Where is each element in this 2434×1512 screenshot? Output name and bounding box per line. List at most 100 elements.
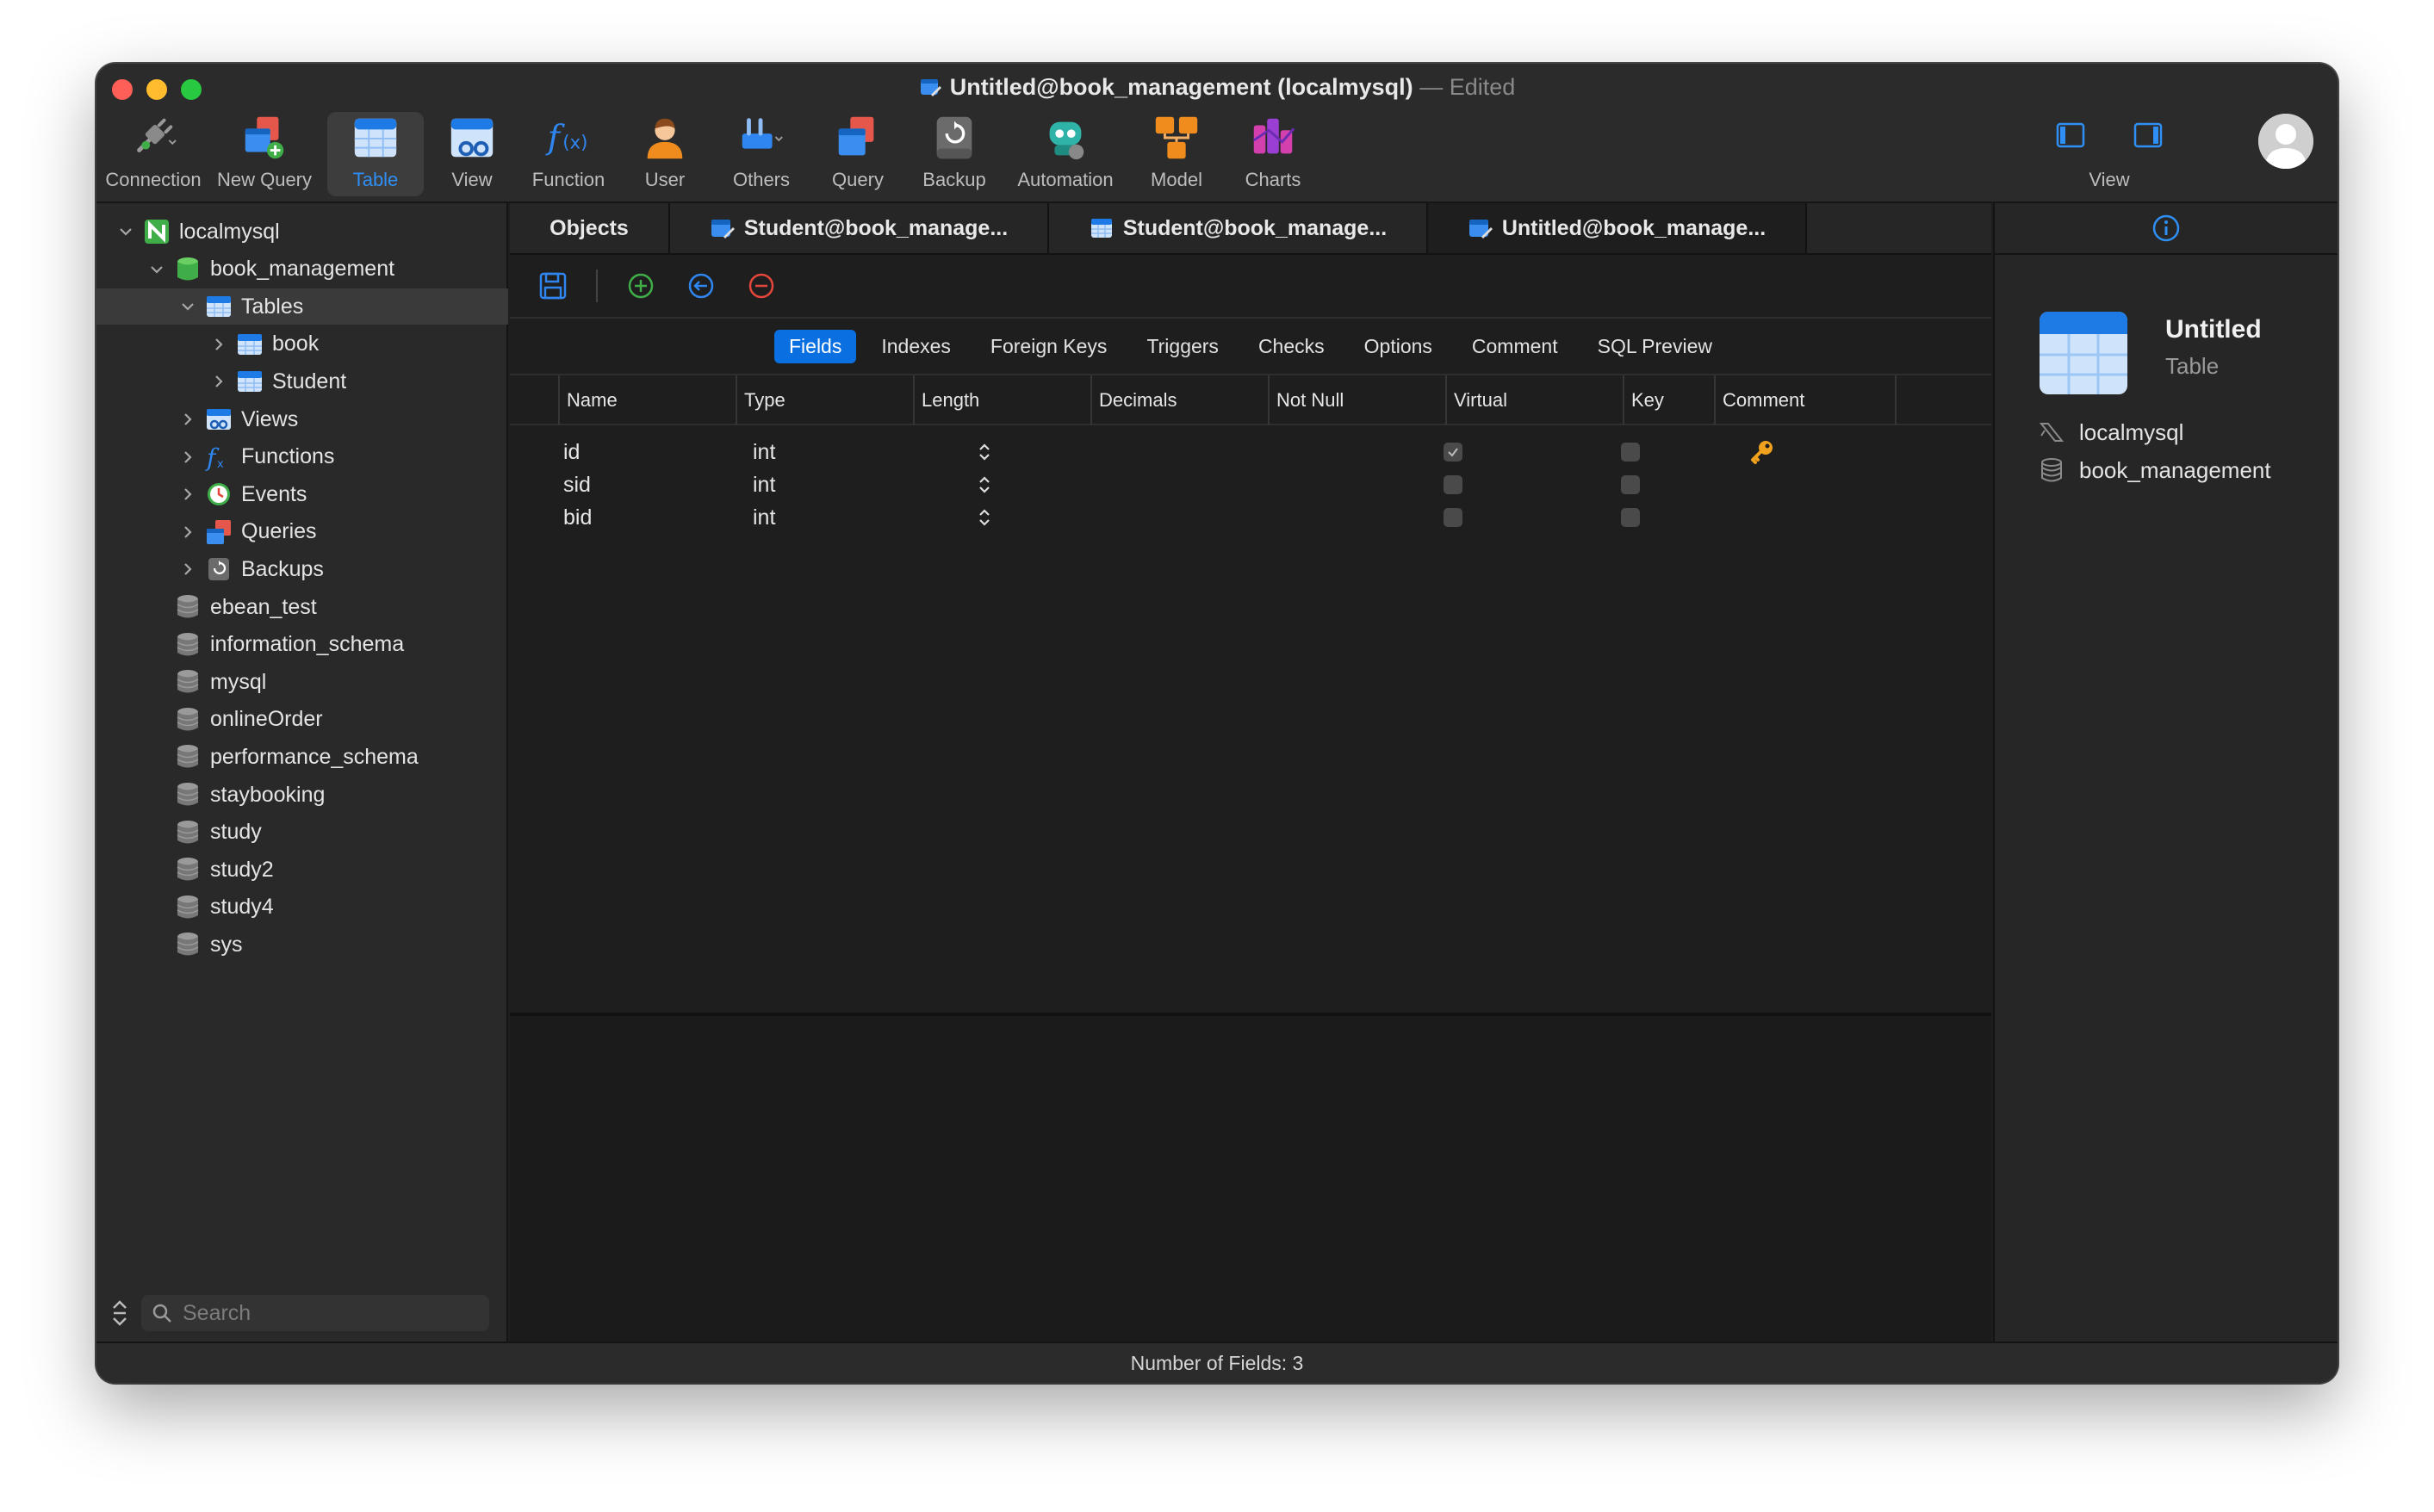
type-stepper[interactable] xyxy=(977,501,1003,534)
field-type-cell[interactable]: int xyxy=(753,501,891,534)
toolbar-automation-button[interactable]: Automation xyxy=(1003,112,1128,196)
tree-item-student[interactable]: Student xyxy=(96,363,508,400)
delete-field-icon[interactable] xyxy=(744,269,779,303)
insert-field-icon[interactable] xyxy=(684,269,718,303)
toggle-right-sidebar-icon[interactable] xyxy=(2133,122,2163,148)
tab-untitled[interactable]: Untitled@book_manage... xyxy=(1428,203,1807,253)
toolbar-function-button[interactable]: f (x) Function xyxy=(520,112,617,196)
tree-item-tables[interactable]: Tables xyxy=(96,288,508,325)
section-tab-sql-preview[interactable]: SQL Preview xyxy=(1583,330,1727,363)
tree-item-views[interactable]: Views xyxy=(96,401,508,437)
column-header-length[interactable]: Length xyxy=(913,375,1090,425)
field-row[interactable]: sid int xyxy=(510,468,1991,501)
info-icon[interactable] xyxy=(2151,214,2181,243)
tab-objects[interactable]: Objects xyxy=(510,203,670,253)
type-stepper-icon[interactable] xyxy=(977,441,992,463)
tree-item-study4[interactable]: study4 xyxy=(96,889,508,926)
toggle-left-sidebar-icon[interactable] xyxy=(2056,122,2085,148)
chevron-right-icon[interactable] xyxy=(179,486,205,503)
tab-student-2[interactable]: Student@book_manage... xyxy=(1049,203,1428,253)
toolbar-view-button[interactable]: View xyxy=(424,112,520,196)
tree-item-book-management[interactable]: book_management xyxy=(96,251,508,288)
chevron-right-icon[interactable] xyxy=(210,373,236,390)
checkbox[interactable] xyxy=(1621,443,1640,462)
toolbar-model-button[interactable]: Model xyxy=(1128,112,1225,196)
tree-item-backups[interactable]: Backups xyxy=(96,551,508,587)
chevron-down-icon[interactable] xyxy=(117,223,143,240)
field-type-cell[interactable]: int xyxy=(753,468,891,501)
chevron-down-icon[interactable] xyxy=(148,261,174,278)
checkbox[interactable] xyxy=(1621,508,1640,527)
field-row[interactable]: id int xyxy=(510,436,1991,468)
virtual-checkbox[interactable] xyxy=(1621,436,1647,468)
virtual-checkbox[interactable] xyxy=(1621,501,1647,534)
tree-item-performance-schema[interactable]: performance_schema xyxy=(96,739,508,775)
tree-item-mysql[interactable]: mysql xyxy=(96,664,508,700)
toolbar-connection-button[interactable]: Connection xyxy=(105,112,202,196)
tree-item-onlineorder[interactable]: onlineOrder xyxy=(96,702,508,738)
not-null-checkbox[interactable] xyxy=(1444,501,1469,534)
search-input[interactable] xyxy=(183,1300,475,1326)
toolbar-query-button[interactable]: Query xyxy=(810,112,906,196)
toolbar-table-button[interactable]: Table xyxy=(327,112,424,196)
tree-item-events[interactable]: Events xyxy=(96,476,508,512)
section-tab-fields[interactable]: Fields xyxy=(774,329,857,363)
column-header-name[interactable]: Name xyxy=(558,375,736,425)
field-name-cell[interactable]: sid xyxy=(563,468,736,501)
tree-item-book[interactable]: book xyxy=(96,326,508,363)
column-header-type[interactable]: Type xyxy=(736,375,913,425)
chevron-down-icon[interactable] xyxy=(179,298,205,315)
type-stepper-icon[interactable] xyxy=(977,474,992,496)
add-field-icon[interactable] xyxy=(624,269,658,303)
user-avatar[interactable] xyxy=(2258,114,2313,169)
field-type-cell[interactable]: int xyxy=(753,436,891,468)
tree-item-localmysql[interactable]: localmysql xyxy=(96,214,508,250)
tree-item-study2[interactable]: study2 xyxy=(96,852,508,888)
chevron-right-icon[interactable] xyxy=(179,449,205,466)
section-tab-checks[interactable]: Checks xyxy=(1244,330,1339,363)
key-cell[interactable] xyxy=(1748,436,1779,468)
field-name-cell[interactable]: bid xyxy=(563,501,736,534)
chevron-right-icon[interactable] xyxy=(210,336,236,353)
section-tab-foreign-keys[interactable]: Foreign Keys xyxy=(976,330,1122,363)
section-tab-options[interactable]: Options xyxy=(1350,330,1447,363)
section-tab-comment[interactable]: Comment xyxy=(1457,330,1573,363)
checkbox[interactable] xyxy=(1444,475,1462,494)
toolbar-others-button[interactable]: Others xyxy=(713,112,810,196)
field-row[interactable]: bid int xyxy=(510,501,1991,534)
save-icon[interactable] xyxy=(536,269,570,303)
tree-item-information-schema[interactable]: information_schema xyxy=(96,627,508,663)
chevron-right-icon[interactable] xyxy=(179,561,205,578)
toolbar-charts-button[interactable]: Charts xyxy=(1225,112,1321,196)
checkbox[interactable] xyxy=(1621,475,1640,494)
column-header-virtual[interactable]: Virtual xyxy=(1445,375,1623,425)
section-tab-triggers[interactable]: Triggers xyxy=(1132,330,1233,363)
section-tab-indexes[interactable]: Indexes xyxy=(866,330,966,363)
tree-item-functions[interactable]: f x Functions xyxy=(96,439,508,475)
column-header-not-null[interactable]: Not Null xyxy=(1268,375,1445,425)
checkbox[interactable] xyxy=(1444,443,1462,462)
not-null-checkbox[interactable] xyxy=(1444,436,1469,468)
checkbox[interactable] xyxy=(1444,508,1462,527)
tree-item-ebean-test[interactable]: ebean_test xyxy=(96,589,508,625)
column-header-key[interactable]: Key xyxy=(1623,375,1714,425)
filter-toggle-icon[interactable] xyxy=(110,1300,129,1326)
type-stepper-icon[interactable] xyxy=(977,506,992,529)
toolbar-backup-button[interactable]: Backup xyxy=(906,112,1003,196)
toolbar-new-query-button[interactable]: New Query xyxy=(202,112,327,196)
tree-item-queries[interactable]: Queries xyxy=(96,514,508,550)
virtual-checkbox[interactable] xyxy=(1621,468,1647,501)
tree-item-staybooking[interactable]: staybooking xyxy=(96,777,508,813)
not-null-checkbox[interactable] xyxy=(1444,468,1469,501)
chevron-right-icon[interactable] xyxy=(179,411,205,428)
toolbar-user-button[interactable]: User xyxy=(617,112,713,196)
column-header-decimals[interactable]: Decimals xyxy=(1090,375,1268,425)
tree-item-sys[interactable]: sys xyxy=(96,926,508,963)
tree-item-study[interactable]: study xyxy=(96,815,508,851)
type-stepper[interactable] xyxy=(977,436,1003,468)
field-name-cell[interactable]: id xyxy=(563,436,736,468)
type-stepper[interactable] xyxy=(977,468,1003,501)
chevron-right-icon[interactable] xyxy=(179,524,205,541)
tab-student-1[interactable]: Student@book_manage... xyxy=(670,203,1049,253)
column-header-comment[interactable]: Comment xyxy=(1714,375,1897,425)
